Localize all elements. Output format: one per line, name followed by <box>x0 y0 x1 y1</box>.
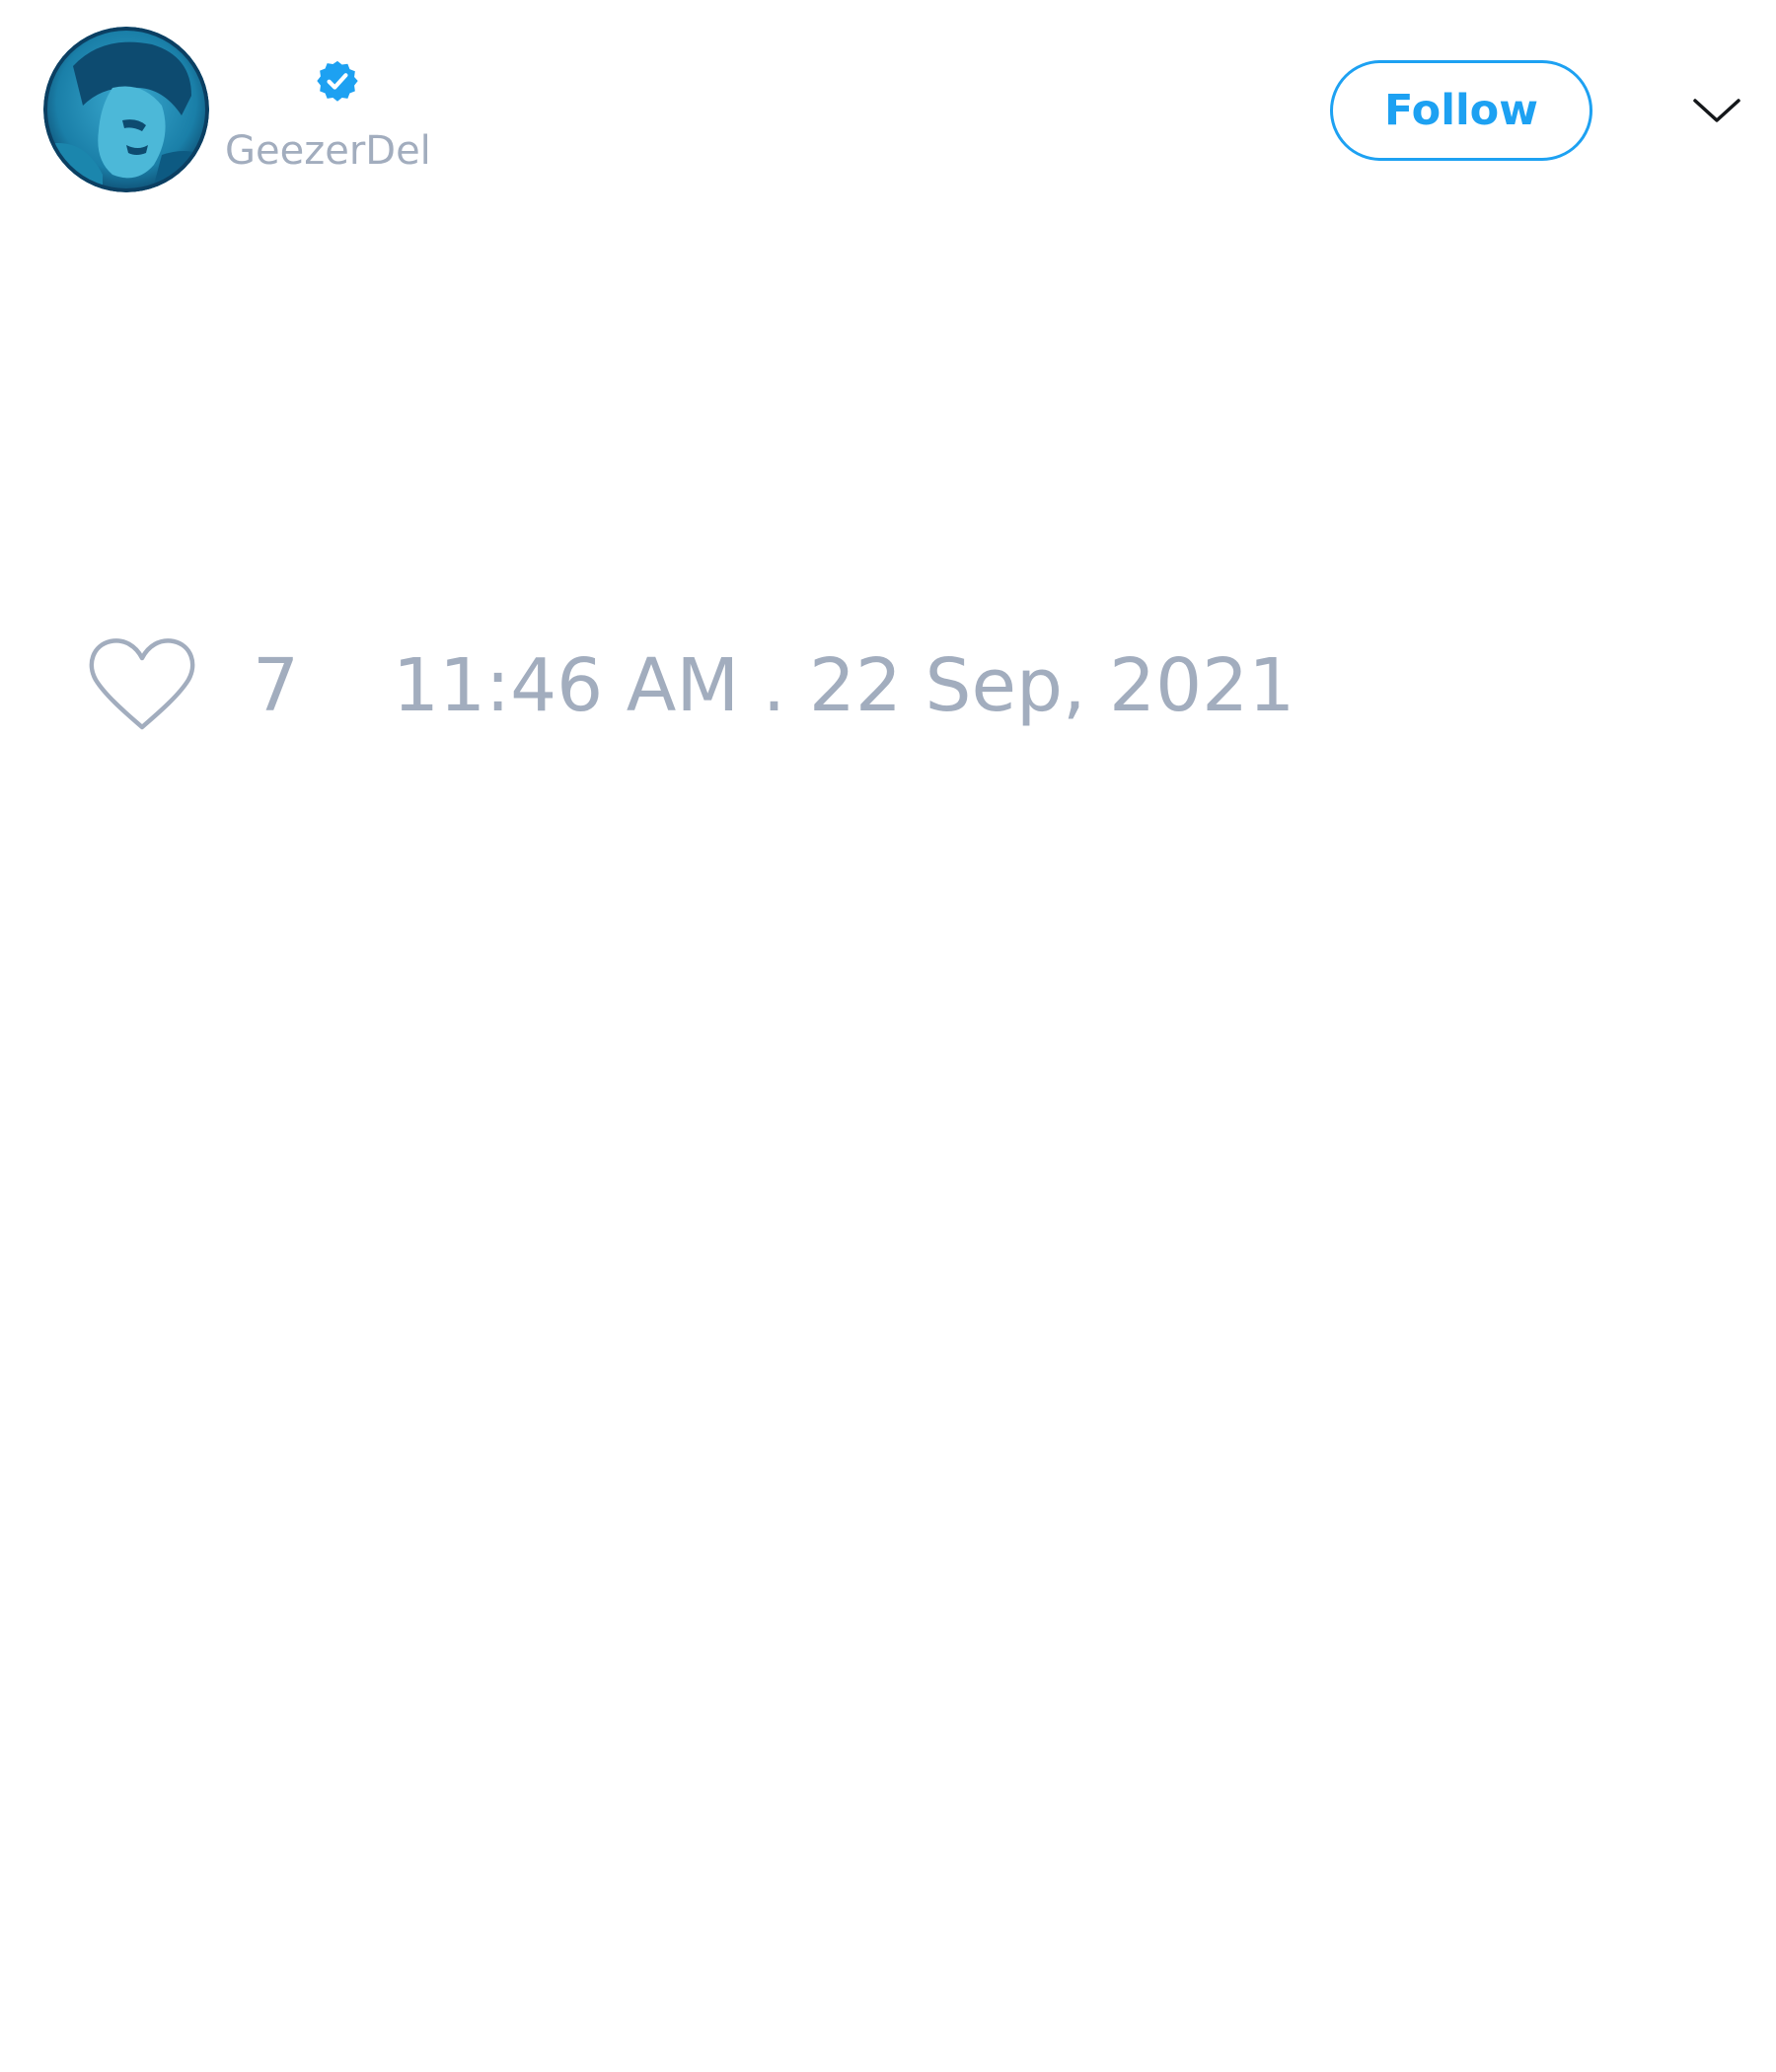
tweet-timestamp[interactable]: 11:46 AM . 22 Sep, 2021 <box>393 641 1295 730</box>
like-count: 7 <box>253 643 300 728</box>
avatar[interactable] <box>43 27 209 192</box>
chevron-down-icon <box>1693 99 1740 122</box>
avatar-photo <box>43 27 209 192</box>
heart-icon <box>89 638 195 730</box>
tweet-header: GeezerDel Follow <box>0 0 1776 217</box>
follow-button[interactable]: Follow <box>1330 60 1592 161</box>
more-options-button[interactable] <box>1689 87 1744 134</box>
author-handle[interactable]: GeezerDel <box>225 126 431 176</box>
like-button[interactable] <box>87 636 197 735</box>
verified-badge-icon <box>317 60 358 102</box>
tweet-footer: 7 11:46 AM . 22 Sep, 2021 <box>0 622 1776 750</box>
